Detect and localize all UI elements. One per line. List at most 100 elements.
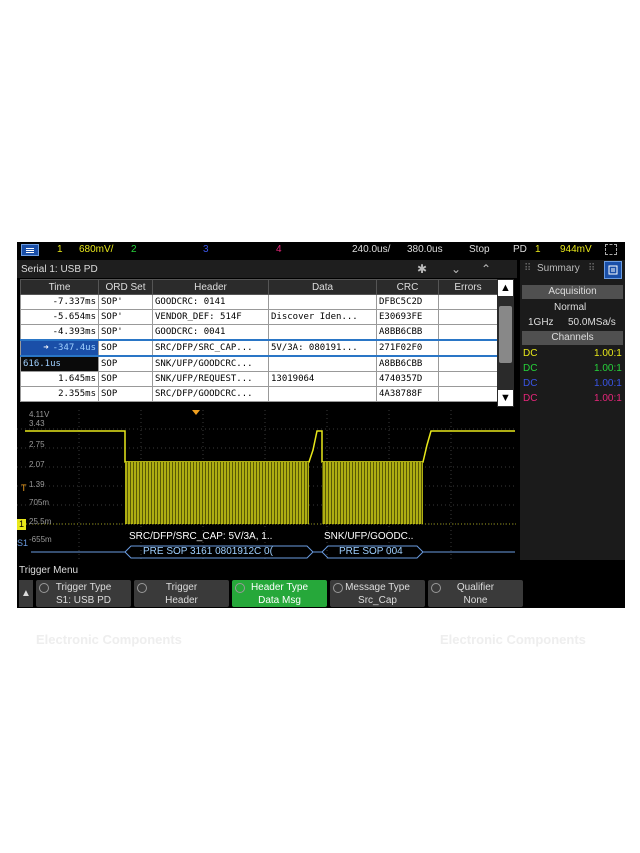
col-ord-set: ORD Set bbox=[98, 279, 153, 295]
panel-handle-icon[interactable]: ⠿ bbox=[588, 263, 595, 274]
table-row[interactable]: -7.337ms SOP' GOODCRC: 0141 DFBC5C2D bbox=[20, 294, 498, 310]
col-header: Header bbox=[152, 279, 269, 295]
ch4-coupling: DC bbox=[523, 393, 538, 404]
cell-errors bbox=[438, 309, 498, 325]
level-label: 25.5m bbox=[29, 517, 52, 526]
cell-data bbox=[268, 324, 377, 341]
acq-mode: Normal bbox=[554, 302, 587, 313]
run-state[interactable]: Stop bbox=[469, 244, 490, 255]
cell-time: 2.355ms bbox=[20, 386, 99, 402]
level-label: 3.43 bbox=[29, 419, 45, 428]
gear-icon[interactable]: ✱ bbox=[417, 262, 427, 276]
col-data: Data bbox=[268, 279, 377, 295]
cell-data: 5V/3A: 080191... bbox=[268, 339, 377, 357]
ch1-scale[interactable]: 680mV/ bbox=[79, 244, 113, 255]
trigger-menu-label: Trigger Menu bbox=[19, 565, 79, 576]
level-label: 4.11V bbox=[29, 410, 50, 419]
right-info-panel: ⠿ Summary ⠿ Acquisition Normal 1GHz 50.0… bbox=[520, 260, 625, 560]
ch3-probe: 1.00:1 bbox=[594, 378, 622, 389]
level-label: 705m bbox=[29, 498, 50, 507]
timebase[interactable]: 240.0us/ bbox=[352, 244, 390, 255]
panel-handle-icon[interactable]: ⠿ bbox=[524, 263, 531, 274]
time-delay[interactable]: 380.0us bbox=[407, 244, 443, 255]
selected-row-arrow-icon: ➜ bbox=[43, 343, 49, 353]
scroll-down-arrow-icon[interactable]: ▼ bbox=[498, 390, 513, 406]
level-label: 2.75 bbox=[29, 440, 45, 449]
softkey-header-type[interactable]: Header Type Data Msg bbox=[232, 580, 327, 607]
ch4-probe: 1.00:1 bbox=[594, 393, 622, 404]
cell-header: VENDOR_DEF: 514F bbox=[152, 309, 269, 325]
cell-errors bbox=[438, 355, 498, 372]
cell-ord: SOP' bbox=[98, 294, 153, 310]
menu-up-arrow-icon[interactable]: ▲ bbox=[19, 580, 33, 607]
serial-lister-header: Serial 1: USB PD ✱ ⌄ ⌃ bbox=[17, 260, 517, 278]
softkey-trigger-type[interactable]: Trigger Type S1: USB PD bbox=[36, 580, 131, 607]
ch2-probe: 1.00:1 bbox=[594, 363, 622, 374]
cell-crc: DFBC5C2D bbox=[376, 294, 439, 310]
tab-summary[interactable]: Summary bbox=[537, 263, 580, 274]
table-row[interactable]: 2.355ms SOP SRC/DFP/GOODCRC... 4A38788F bbox=[20, 386, 498, 402]
table-row[interactable]: 1.645ms SOP SNK/UFP/REQUEST... 13019064 … bbox=[20, 371, 498, 387]
softkey-message-type[interactable]: Message Type Src_Cap bbox=[330, 580, 425, 607]
cell-errors bbox=[438, 294, 498, 310]
ch4-number[interactable]: 4 bbox=[276, 244, 282, 255]
ch1-number[interactable]: 1 bbox=[57, 244, 63, 255]
cell-errors bbox=[438, 371, 498, 387]
softkey-qualifier[interactable]: Qualifier None bbox=[428, 580, 523, 607]
cell-crc: E30693FE bbox=[376, 309, 439, 325]
decode-label-2: SNK/UFP/GOODC.. bbox=[324, 531, 414, 542]
softkey-trigger[interactable]: Trigger Header bbox=[134, 580, 229, 607]
table-row[interactable]: -5.654ms SOP' VENDOR_DEF: 514F Discover … bbox=[20, 309, 498, 325]
ch1-probe: 1.00:1 bbox=[594, 348, 622, 359]
ch3-number[interactable]: 3 bbox=[203, 244, 209, 255]
bus-decode-2: PRE SOP 004 bbox=[339, 546, 403, 557]
cell-header: SNK/UFP/GOODCRC... bbox=[152, 355, 269, 372]
cell-data: Discover Iden... bbox=[268, 309, 377, 325]
chevron-down-icon[interactable]: ⌄ bbox=[451, 262, 461, 276]
panel-menu-icon[interactable] bbox=[604, 261, 622, 279]
lister-table: Time ORD Set Header Data CRC Errors -7.3… bbox=[20, 279, 498, 402]
cell-time: -4.393ms bbox=[20, 324, 99, 341]
cell-ord: SOP' bbox=[98, 324, 153, 341]
cell-data bbox=[268, 355, 377, 372]
trigger-channel: 1 bbox=[535, 244, 541, 255]
col-crc: CRC bbox=[376, 279, 439, 295]
cell-data: 13019064 bbox=[268, 371, 377, 387]
oscilloscope-screen: 1 680mV/ 2 3 4 240.0us/ 380.0us Stop PD … bbox=[17, 242, 625, 608]
cell-crc: 4A38788F bbox=[376, 386, 439, 402]
cell-time: 1.645ms bbox=[20, 371, 99, 387]
cell-crc: 271F02F0 bbox=[376, 339, 439, 357]
cell-ord: SOP bbox=[98, 386, 153, 402]
trigger-level-marker[interactable]: T bbox=[21, 483, 27, 493]
table-row[interactable]: -4.393ms SOP' GOODCRC: 0041 A8BB6CBB bbox=[20, 324, 498, 341]
cell-data bbox=[268, 386, 377, 402]
cell-ord: SOP bbox=[98, 371, 153, 387]
lister-scrollbar[interactable]: ▲ ▼ bbox=[497, 279, 514, 407]
ch2-number[interactable]: 2 bbox=[131, 244, 137, 255]
cell-errors bbox=[438, 386, 498, 402]
scroll-up-arrow-icon[interactable]: ▲ bbox=[498, 280, 513, 296]
cell-errors bbox=[438, 324, 498, 341]
cell-crc: 4740357D bbox=[376, 371, 439, 387]
serial-title: Serial 1: USB PD bbox=[21, 264, 98, 275]
menu-icon[interactable] bbox=[21, 244, 39, 256]
table-row[interactable]: 616.1us SOP SNK/UFP/GOODCRC... A8BB6CBB bbox=[20, 355, 498, 372]
trigger-menu: Trigger Menu ▲ Trigger Type S1: USB PD T… bbox=[17, 564, 625, 608]
level-label: 2.07 bbox=[29, 460, 45, 469]
cell-header: SNK/UFP/REQUEST... bbox=[152, 371, 269, 387]
decode-label-1: SRC/DFP/SRC_CAP: 5V/3A, 1.. bbox=[129, 531, 273, 542]
acquisition-header: Acquisition bbox=[522, 285, 623, 299]
waveform-area[interactable]: 4.11V 3.43 2.75 2.07 1.39 705m 25.5m -65… bbox=[17, 410, 517, 562]
bus-decode-1: PRE SOP 3161 0801912C 0( bbox=[143, 546, 273, 557]
screen-capture-icon[interactable] bbox=[605, 244, 617, 255]
col-errors: Errors bbox=[438, 279, 498, 295]
chevron-up-icon[interactable]: ⌃ bbox=[481, 262, 491, 276]
channels-header: Channels bbox=[522, 331, 623, 345]
table-header-row: Time ORD Set Header Data CRC Errors bbox=[20, 279, 498, 295]
ch1-ground-marker[interactable]: 1 bbox=[17, 519, 26, 530]
scroll-thumb[interactable] bbox=[499, 306, 512, 363]
ch3-coupling: DC bbox=[523, 378, 538, 389]
table-row-selected[interactable]: ➜ -347.4us SOP SRC/DFP/SRC_CAP... 5V/3A: … bbox=[20, 339, 498, 357]
bandwidth: 1GHz bbox=[528, 317, 554, 328]
cell-errors bbox=[438, 339, 498, 357]
